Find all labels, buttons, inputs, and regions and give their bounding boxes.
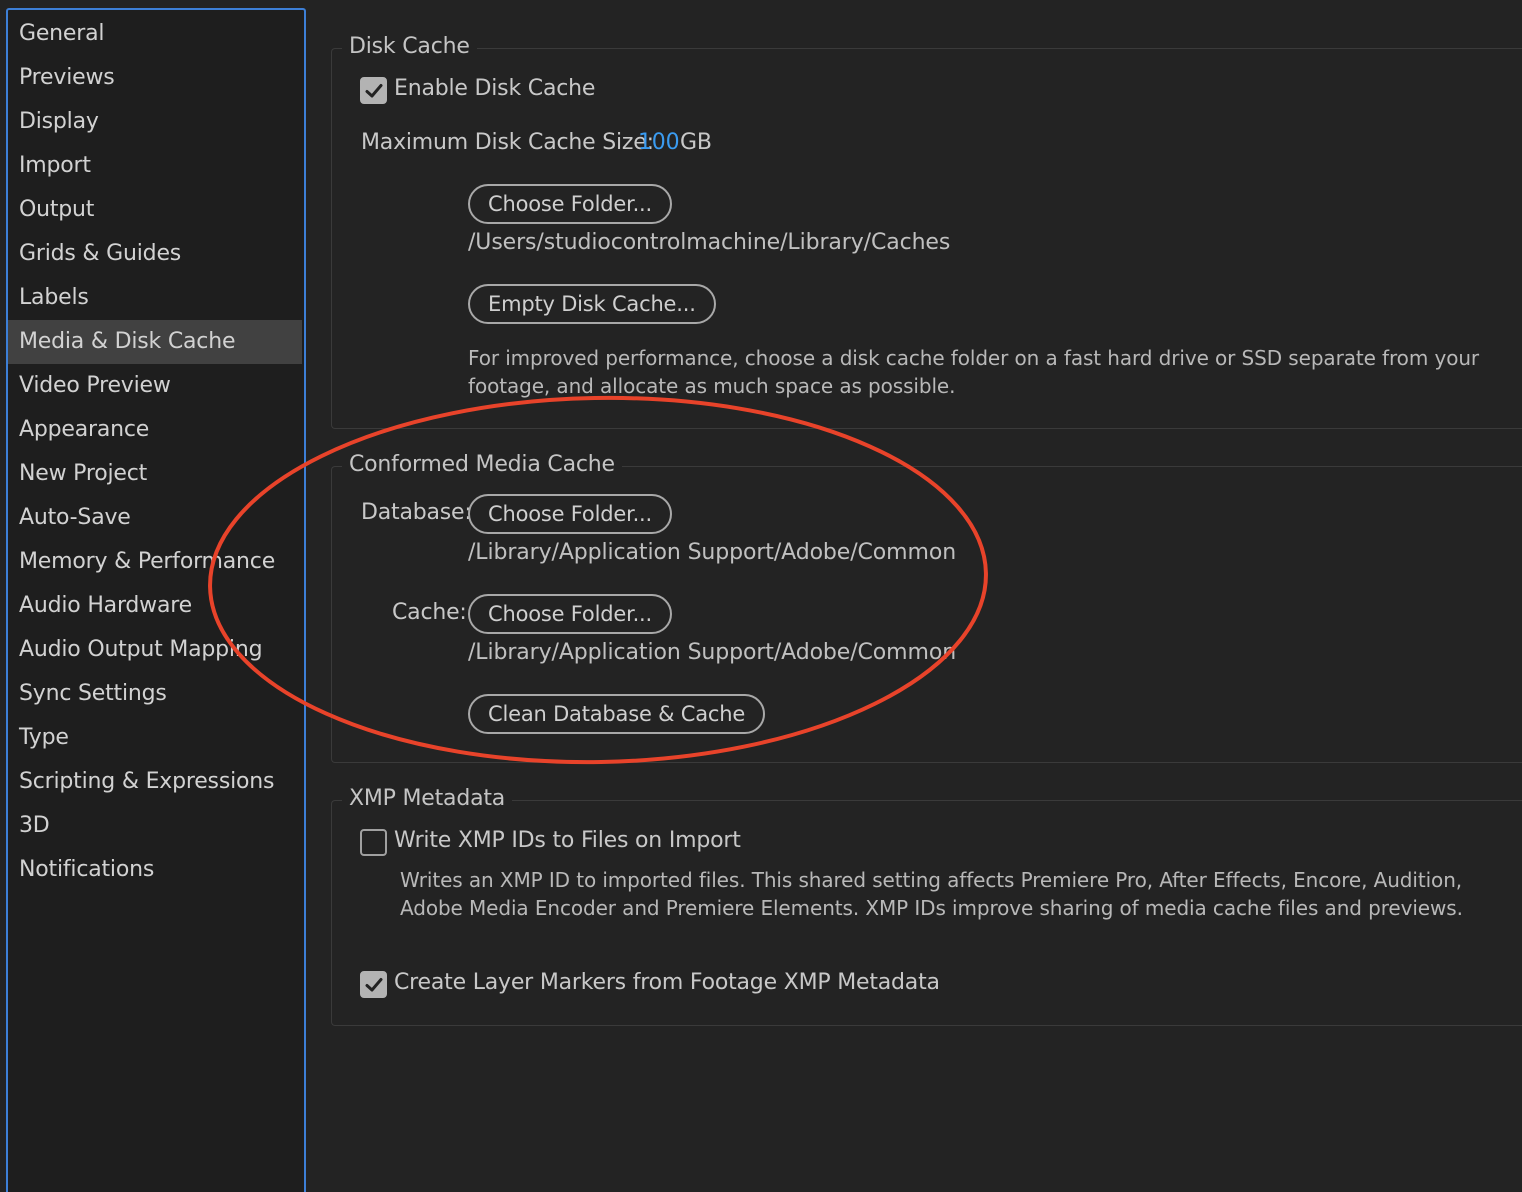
checkmark-icon bbox=[365, 84, 383, 98]
sidebar-item-appearance[interactable]: Appearance bbox=[8, 408, 304, 452]
disk-cache-folder-path: /Users/studiocontrolmachine/Library/Cach… bbox=[468, 230, 951, 255]
sidebar-item-previews[interactable]: Previews bbox=[8, 56, 304, 100]
max-disk-cache-size-unit: GB bbox=[680, 130, 712, 155]
sidebar-item-import[interactable]: Import bbox=[8, 144, 304, 188]
sidebar-item-3d[interactable]: 3D bbox=[8, 804, 304, 848]
sidebar-item-notifications[interactable]: Notifications bbox=[8, 848, 304, 892]
write-xmp-ids-note: Writes an XMP ID to imported files. This… bbox=[400, 868, 1463, 920]
sidebar-item-new-project[interactable]: New Project bbox=[8, 452, 304, 496]
preferences-sidebar: General Previews Display Import Output G… bbox=[6, 8, 306, 1192]
write-xmp-ids-label[interactable]: Write XMP IDs to Files on Import bbox=[394, 828, 741, 853]
sidebar-item-auto-save[interactable]: Auto-Save bbox=[8, 496, 304, 540]
sidebar-item-general[interactable]: General bbox=[8, 12, 304, 56]
enable-disk-cache-checkbox[interactable] bbox=[360, 77, 387, 104]
sidebar-item-labels[interactable]: Labels bbox=[8, 276, 304, 320]
checkmark-icon bbox=[365, 978, 383, 992]
create-layer-markers-checkbox[interactable] bbox=[360, 971, 387, 998]
create-layer-markers-label[interactable]: Create Layer Markers from Footage XMP Me… bbox=[394, 970, 940, 995]
sidebar-item-audio-hardware[interactable]: Audio Hardware bbox=[8, 584, 304, 628]
sidebar-item-sync-settings[interactable]: Sync Settings bbox=[8, 672, 304, 716]
max-disk-cache-size-label: Maximum Disk Cache Size: bbox=[361, 130, 654, 155]
cache-label: Cache: bbox=[392, 600, 467, 625]
cache-folder-path: /Library/Application Support/Adobe/Commo… bbox=[468, 640, 957, 665]
sidebar-item-grids-guides[interactable]: Grids & Guides bbox=[8, 232, 304, 276]
preferences-window: General Previews Display Import Output G… bbox=[0, 0, 1522, 1192]
cache-choose-folder-button[interactable]: Choose Folder... bbox=[468, 594, 673, 634]
sidebar-item-type[interactable]: Type bbox=[8, 716, 304, 760]
database-folder-path: /Library/Application Support/Adobe/Commo… bbox=[468, 540, 957, 565]
write-xmp-ids-checkbox[interactable] bbox=[360, 829, 387, 856]
sidebar-item-media-disk-cache[interactable]: Media & Disk Cache bbox=[8, 320, 302, 364]
sidebar-item-video-preview[interactable]: Video Preview bbox=[8, 364, 304, 408]
sidebar-item-scripting-expressions[interactable]: Scripting & Expressions bbox=[8, 760, 304, 804]
disk-cache-choose-folder-button[interactable]: Choose Folder... bbox=[468, 184, 673, 224]
sidebar-item-audio-output-mapping[interactable]: Audio Output Mapping bbox=[8, 628, 304, 672]
max-disk-cache-size-value[interactable]: 100 bbox=[638, 130, 680, 155]
sidebar-item-display[interactable]: Display bbox=[8, 100, 304, 144]
database-choose-folder-button[interactable]: Choose Folder... bbox=[468, 494, 673, 534]
clean-database-cache-button[interactable]: Clean Database & Cache bbox=[468, 694, 766, 734]
enable-disk-cache-label[interactable]: Enable Disk Cache bbox=[394, 76, 595, 101]
sidebar-item-memory-performance[interactable]: Memory & Performance bbox=[8, 540, 304, 584]
conformed-media-cache-title: Conformed Media Cache bbox=[342, 447, 622, 483]
disk-cache-note: For improved performance, choose a disk … bbox=[468, 346, 1480, 398]
xmp-metadata-title: XMP Metadata bbox=[342, 781, 513, 817]
empty-disk-cache-button[interactable]: Empty Disk Cache... bbox=[468, 284, 716, 324]
sidebar-item-output[interactable]: Output bbox=[8, 188, 304, 232]
disk-cache-title: Disk Cache bbox=[342, 29, 477, 65]
database-label: Database: bbox=[361, 500, 472, 525]
